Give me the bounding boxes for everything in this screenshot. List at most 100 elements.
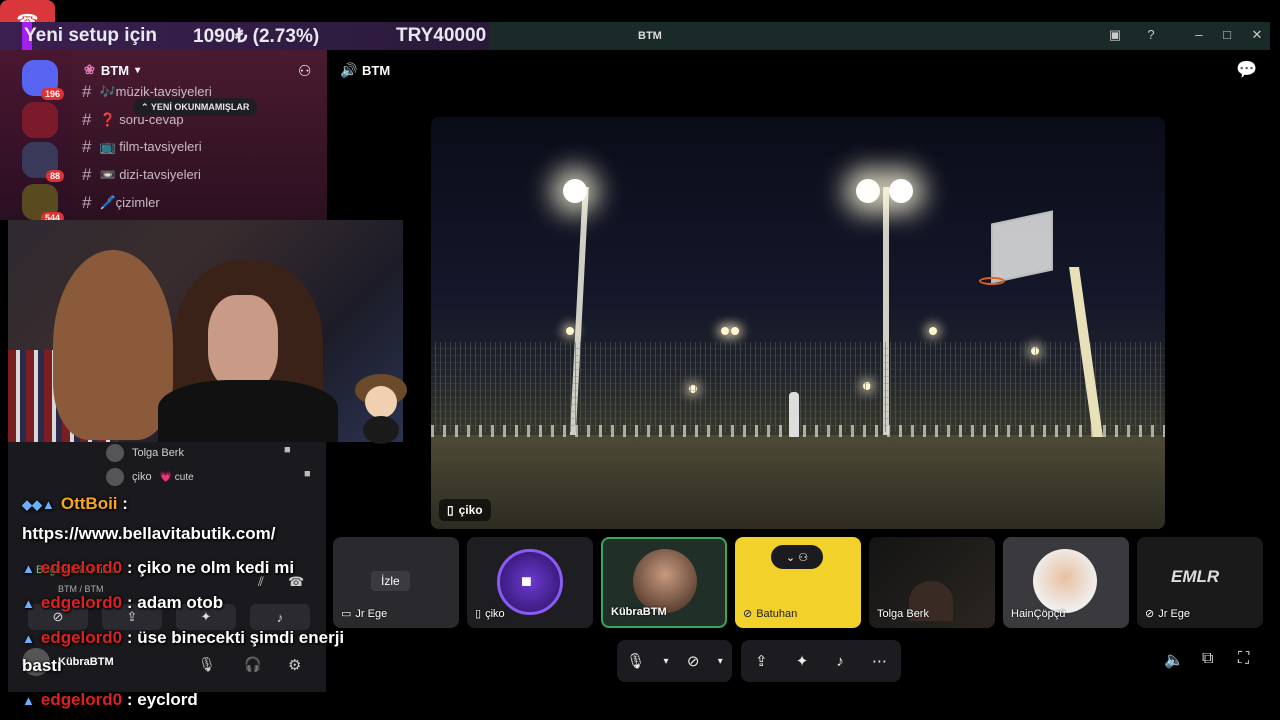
avatar	[633, 549, 697, 613]
channel-list: ❀ BTM ▾ ⚇ # 🎶müzik-tavsiyeleri # ❓ soru-ce…	[72, 50, 327, 220]
server-flower-icon: ❀	[84, 62, 95, 77]
new-unreads-banner[interactable]: ⌃ YENİ OKUNMAMIŞLAR	[133, 98, 258, 116]
speaker-icon: 🔊	[340, 62, 358, 78]
discord-home-icon[interactable]: 196	[22, 60, 64, 100]
chat-user: edgelord0	[40, 690, 123, 709]
chat-line: ▲ edgelord0 : adam otob	[22, 593, 223, 613]
channel-cizimler[interactable]: # 🖊️çizimler	[82, 193, 160, 213]
tile-label: ⊘ Jr Ege	[1145, 607, 1191, 621]
hash-icon: #	[82, 193, 92, 212]
tile-label: HainÇöpçü	[1011, 608, 1065, 620]
stadium-light	[563, 179, 587, 203]
voice-user-ciko[interactable]: çiko 💗 cute	[106, 468, 194, 486]
user-badge-icon: ▲	[22, 596, 35, 611]
add-member-icon[interactable]: ⚇	[298, 62, 311, 80]
screen-icon: ▭	[341, 608, 352, 620]
watch-button[interactable]: İzle	[371, 571, 410, 591]
self-name: KübraBTM	[58, 656, 114, 668]
tile-jr-ege[interactable]: EMLR ⊘ Jr Ege	[1137, 537, 1263, 628]
tile-name: çiko	[485, 607, 505, 620]
teddy-bear	[53, 250, 173, 440]
tile-label: KübraBTM	[611, 606, 667, 618]
channel-film[interactable]: # 📺 film-tavsiyeleri	[82, 137, 202, 157]
activities-icon[interactable]: ✦	[796, 652, 809, 670]
ticker-goal: TRY40000	[396, 25, 487, 46]
inbox-icon[interactable]: ▣	[1106, 27, 1124, 43]
tile-jr-ege-stream[interactable]: İzle ▭ Jr Ege	[333, 537, 459, 628]
chevron-down-icon[interactable]: ▾	[664, 656, 669, 667]
settings-gear-icon[interactable]: ⚙	[288, 656, 301, 674]
expand-participants-button[interactable]: ⌄ ⚇	[771, 545, 823, 569]
chat-bubble-icon[interactable]: 💬	[1236, 60, 1257, 80]
avatar	[106, 444, 124, 462]
streamer-body	[158, 380, 338, 442]
camera-off-icon: ⊘	[743, 608, 753, 620]
new-unreads-label: YENİ OKUNMAMIŞLAR	[150, 102, 250, 112]
server-icon-btm[interactable]	[22, 102, 58, 138]
user-badge-icon: ▲	[22, 693, 35, 708]
chat-line: ▲ edgelord0 : çiko ne olm kedi mi	[22, 558, 294, 578]
camera-icon: ■	[521, 571, 532, 591]
channel-dizi[interactable]: # 📼 dizi-tavsiyeleri	[82, 165, 201, 185]
tile-kubrabtm[interactable]: KübraBTM	[601, 537, 727, 628]
soundboard-icon[interactable]: ♪	[836, 653, 844, 670]
tile-haincopcu[interactable]: HainÇöpçü	[1003, 537, 1129, 628]
chevron-down-icon[interactable]: ▾	[718, 656, 723, 667]
server-header[interactable]: ❀ BTM ▾	[84, 62, 140, 78]
tile-name: Batuhan	[756, 607, 798, 620]
chat-text: https://www.bellavitabutik.com/	[22, 524, 276, 543]
channel-label: 📼 dizi-tavsiyeleri	[99, 167, 201, 182]
avatar	[106, 468, 124, 486]
chat-user: edgelord0	[40, 628, 123, 647]
popout-icon[interactable]: ⧉	[1202, 650, 1213, 668]
microphone-icon[interactable]: 🎙	[198, 656, 216, 673]
server-name: BTM	[100, 62, 130, 78]
main-header: 🔊 BTM 💬	[330, 50, 1280, 90]
close-icon[interactable]: ✕	[1248, 27, 1266, 43]
tile-label: ▭ Jr Ege	[341, 607, 387, 621]
channel-label: 🖊️çizimler	[99, 195, 160, 210]
share-screen-icon[interactable]: ⇪	[755, 652, 768, 670]
streamer-webcam	[8, 220, 403, 442]
tile-label: Tolga Berk	[877, 608, 929, 620]
server-icon-3[interactable]: 544	[22, 184, 64, 224]
focused-user-label: ▯ çiko	[439, 499, 491, 521]
microphone-icon[interactable]: 🎙	[626, 652, 645, 670]
volume-icon[interactable]: 🔈	[1164, 650, 1184, 670]
hash-icon: #	[82, 82, 92, 101]
tile-batuhan[interactable]: ⌄ ⚇ ⊘ Batuhan	[735, 537, 861, 628]
tile-ciko[interactable]: ■ ▯ çiko	[467, 537, 593, 628]
more-options-icon[interactable]: ⋯	[872, 652, 887, 670]
tile-name: Jr Ege	[1158, 607, 1191, 620]
phone-icon: ▯	[447, 503, 454, 517]
chat-user: OttBoii	[60, 494, 118, 513]
voice-user-name: çiko	[132, 471, 152, 483]
minimize-icon[interactable]: –	[1190, 27, 1208, 42]
voice-user-tolga[interactable]: Tolga Berk	[106, 444, 184, 462]
tile-tolga-berk[interactable]: Tolga Berk	[869, 537, 995, 628]
court-ground	[431, 435, 1165, 529]
distant-light	[929, 327, 937, 335]
soundboard-button[interactable]: ♪	[250, 604, 310, 630]
hash-icon: #	[82, 165, 92, 184]
maximize-icon[interactable]: □	[1218, 27, 1236, 42]
chat-text: : eyclord	[126, 690, 198, 709]
streamer-face	[208, 295, 278, 390]
help-icon[interactable]: ?	[1142, 27, 1160, 42]
headphones-icon[interactable]: 🎧	[244, 656, 261, 673]
emlr-logo: EMLR	[1171, 567, 1220, 586]
chat-text: :	[122, 494, 128, 513]
doll-sticker	[355, 374, 407, 444]
server-icon-2[interactable]: 88	[22, 142, 64, 182]
camera-off-icon[interactable]: ⊘	[687, 652, 700, 670]
mic-video-group: 🎙 ▾ ⊘ ▾	[617, 640, 732, 682]
server-badge-2: 88	[45, 170, 64, 182]
fullscreen-icon[interactable]: ⛶	[1238, 650, 1249, 668]
hoop-backboard	[991, 210, 1053, 284]
phone-icon: ▯	[475, 608, 482, 620]
tile-name: Tolga Berk	[877, 608, 929, 620]
window-titlebar: BTM ▣ ? – □ ✕	[490, 22, 1270, 50]
focused-video[interactable]: ▯ çiko	[431, 117, 1165, 529]
camera-icon: ■	[284, 444, 291, 456]
user-badge-icon: ▲	[22, 631, 35, 646]
